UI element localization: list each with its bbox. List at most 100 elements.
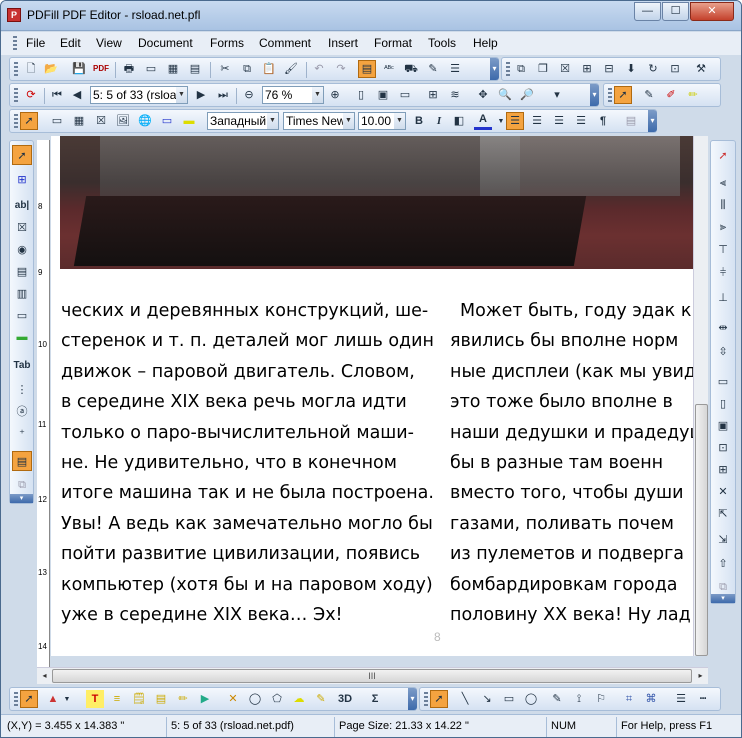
checkbox-field-icon[interactable]: ☒ xyxy=(92,112,110,130)
find-icon[interactable]: 🔎 xyxy=(518,86,536,104)
field-add-icon[interactable]: ⁺ xyxy=(12,423,32,443)
cut-icon[interactable]: ✂ xyxy=(216,60,234,78)
toolbar-grip[interactable] xyxy=(14,62,18,78)
connect-icon[interactable]: ⌗ xyxy=(620,690,638,708)
horizontal-scrollbar[interactable]: ◂ III ▸ xyxy=(37,667,708,684)
toolbar-grip[interactable] xyxy=(14,88,18,104)
pen-icon[interactable]: ✏ xyxy=(174,690,192,708)
chevron-down-icon[interactable]: ▼ xyxy=(267,113,278,129)
font-color-button[interactable]: A xyxy=(474,112,492,130)
zoom-tool-icon[interactable]: 🔍 xyxy=(496,86,514,104)
align-right-icon[interactable]: ☰ xyxy=(550,112,568,130)
combobox-tool-icon[interactable]: ▥ xyxy=(12,283,32,303)
distribute-vertical-icon[interactable]: ⇳ xyxy=(713,341,733,361)
marker-icon[interactable]: ✐ xyxy=(662,86,680,104)
crop-page-icon[interactable]: ⊡ xyxy=(666,60,684,78)
disconnect-icon[interactable]: ⌘ xyxy=(642,690,660,708)
menu-forms[interactable]: Forms xyxy=(210,36,244,50)
align-bottom-icon[interactable]: ⊥ xyxy=(713,287,733,307)
save-icon[interactable]: 💾 xyxy=(70,60,88,78)
new-file-icon[interactable]: 🗋 xyxy=(22,60,40,78)
cloud-icon[interactable]: ☁ xyxy=(290,690,308,708)
radio-tool-icon[interactable]: ◉ xyxy=(12,239,32,259)
last-page-icon[interactable]: ⏭ xyxy=(214,86,232,104)
menu-file[interactable]: File xyxy=(26,36,45,50)
highlight-rect-icon[interactable]: ▬ xyxy=(180,112,198,130)
tab-order-button[interactable]: Tab xyxy=(12,355,32,375)
measure-icon[interactable]: ⚐ xyxy=(592,690,610,708)
align-left-icon[interactable]: ☰ xyxy=(506,112,524,130)
fill-color-icon[interactable]: ◧ xyxy=(450,112,468,130)
save-pdf-icon[interactable]: PDF xyxy=(92,60,110,78)
bring-front-icon[interactable]: ⇱ xyxy=(713,503,733,523)
listbox-tool-icon[interactable]: ▤ xyxy=(12,261,32,281)
fit-width-icon[interactable]: ▭ xyxy=(396,86,414,104)
text-field-tool-button[interactable]: ab| xyxy=(12,195,32,215)
italic-button[interactable]: I xyxy=(430,112,448,130)
format-painter-icon[interactable]: 🖌 xyxy=(282,60,300,78)
toolbar-chevron-icon[interactable]: ▾ xyxy=(10,494,33,503)
previous-page-icon[interactable]: ◀ xyxy=(68,86,86,104)
line-style-icon[interactable]: ┅ xyxy=(694,690,712,708)
tools-icon[interactable]: ⚒ xyxy=(692,60,710,78)
ungroup-icon[interactable]: ⊞ xyxy=(713,459,733,479)
toolbar-chevron-icon[interactable]: ▾ xyxy=(590,84,599,106)
paragraph-button[interactable]: ¶ xyxy=(594,112,612,130)
document-note-icon[interactable]: ▤ xyxy=(152,690,170,708)
ellipse-shape-icon[interactable]: ◯ xyxy=(522,690,540,708)
freehand-icon[interactable]: ✎ xyxy=(548,690,566,708)
move-page-icon[interactable]: ⬇ xyxy=(622,60,640,78)
select-multiple-icon[interactable]: ➚ xyxy=(713,145,733,165)
toolbar-grip[interactable] xyxy=(424,692,428,708)
chevron-down-icon[interactable]: ▼ xyxy=(58,690,76,708)
rectangle-shape-icon[interactable]: ▭ xyxy=(500,690,518,708)
paste-icon[interactable]: 📋 xyxy=(260,60,278,78)
scroll-right-icon[interactable]: ▸ xyxy=(693,668,708,683)
scroll-left-icon[interactable]: ◂ xyxy=(37,668,52,683)
chevron-down-icon[interactable]: ▼ xyxy=(312,87,323,103)
remove-page-icon[interactable]: ⊟ xyxy=(600,60,618,78)
chevron-down-icon[interactable]: ▼ xyxy=(343,113,354,129)
ellipse-icon[interactable]: ◯ xyxy=(246,690,264,708)
menu-grip[interactable] xyxy=(13,36,17,51)
vertical-scroll-thumb[interactable] xyxy=(695,404,708,656)
page-setup-icon[interactable]: ▤ xyxy=(622,112,640,130)
open-folder-icon[interactable]: 📂 xyxy=(42,60,60,78)
signature-tool-icon[interactable]: ▬ xyxy=(12,327,32,347)
form-properties-icon[interactable]: ▤ xyxy=(12,451,32,471)
toolbar-chevron-icon[interactable]: ▾ xyxy=(648,110,657,132)
polyline-icon[interactable]: ⟟ xyxy=(570,690,588,708)
chevron-down-icon[interactable]: ▼ xyxy=(394,113,405,129)
refresh-icon[interactable]: ⟳ xyxy=(22,86,40,104)
menu-document[interactable]: Document xyxy=(138,36,193,50)
minimize-button[interactable]: — xyxy=(634,2,661,21)
note-icon[interactable]: 🗒 xyxy=(130,690,148,708)
rotate-page-icon[interactable]: ↻ xyxy=(644,60,662,78)
distribute-horizontal-icon[interactable]: ⇹ xyxy=(713,317,733,337)
menu-format[interactable]: Format xyxy=(374,36,412,50)
checkbox-tool-icon[interactable]: ☒ xyxy=(12,217,32,237)
list-icon[interactable]: ☰ xyxy=(446,60,464,78)
actual-size-icon[interactable]: ▯ xyxy=(352,86,370,104)
more-arrow-icon[interactable]: ▾ xyxy=(548,86,566,104)
line-icon[interactable]: ╲ xyxy=(456,690,474,708)
menu-edit[interactable]: Edit xyxy=(60,36,81,50)
menu-comment[interactable]: Comment xyxy=(259,36,311,50)
add-field-icon[interactable]: ⊞ xyxy=(12,169,32,189)
align-left-edges-icon[interactable]: ⫷ xyxy=(713,173,733,193)
copy-page-icon[interactable]: ⧉ xyxy=(512,60,530,78)
field-text-icon[interactable]: ⓐ xyxy=(12,401,32,421)
text-to-pdf-icon[interactable]: ▤ xyxy=(186,60,204,78)
toolbar-chevron-icon[interactable]: ▾ xyxy=(711,594,735,603)
zoom-field[interactable]: 76 % ▼ xyxy=(262,86,324,104)
insert-page-icon[interactable]: ⊞ xyxy=(578,60,596,78)
menu-insert[interactable]: Insert xyxy=(328,36,358,50)
toolbar-chevron-icon[interactable]: ▾ xyxy=(490,58,499,80)
button-tool-icon[interactable]: ▭ xyxy=(12,305,32,325)
polygon-icon[interactable]: ⬠ xyxy=(268,690,286,708)
next-page-icon[interactable]: ▶ xyxy=(192,86,210,104)
line-weight-icon[interactable]: ☰ xyxy=(672,690,690,708)
page-number-field[interactable]: 5: 5 of 33 (rsload ▼ xyxy=(90,86,188,104)
cross-icon[interactable]: ✕ xyxy=(224,690,242,708)
rectangle-icon[interactable]: ▭ xyxy=(158,112,176,130)
